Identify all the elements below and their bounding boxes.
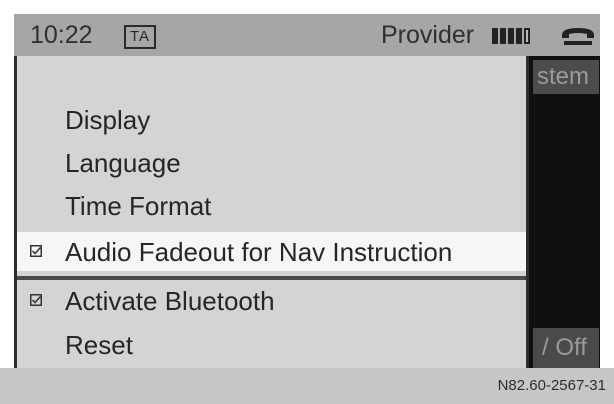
signal-bar (516, 28, 522, 44)
signal-bar (492, 28, 498, 44)
checkbox-checked-icon (30, 294, 42, 306)
signal-strength-icon (492, 28, 530, 44)
menu-item-label: Display (65, 105, 151, 135)
menu-item-time-format[interactable]: Time Format (17, 186, 526, 226)
menu-item-label: Audio Fadeout for Nav Instruction (65, 237, 453, 267)
menu-item-display[interactable]: Display (17, 100, 526, 140)
figure-footer: N82.60-2567-31 (0, 368, 614, 404)
menu-item-label: Activate Bluetooth (65, 286, 275, 316)
status-bar: 10:22 TA Provider (14, 14, 600, 56)
signal-bar (508, 28, 514, 44)
figure-code: N82.60-2567-31 (497, 377, 606, 394)
background-screen-title: stem (533, 60, 599, 94)
menu-item-label: Language (65, 148, 181, 178)
menu-divider (17, 276, 526, 280)
traffic-announcement-badge: TA (124, 25, 157, 49)
menu-item-activate-bluetooth[interactable]: Activate Bluetooth (17, 281, 526, 321)
checkbox-checked-icon (30, 245, 42, 257)
head-unit-screen: 10:22 TA Provider stem / Off Display Lan… (0, 0, 614, 404)
signal-bar-empty (524, 28, 530, 44)
phone-handset-icon (562, 28, 594, 45)
menu-item-label: Reset (65, 330, 133, 360)
menu-item-label: Time Format (65, 191, 212, 221)
menu-item-reset[interactable]: Reset (17, 325, 526, 365)
menu-item-language[interactable]: Language (17, 143, 526, 183)
menu-item-audio-fadeout[interactable]: Audio Fadeout for Nav Instruction (17, 232, 526, 271)
clock: 10:22 (30, 21, 93, 49)
background-screen-option: / Off (533, 328, 599, 368)
provider-name: Provider (381, 21, 475, 49)
settings-menu: Display Language Time Format Audio Fadeo… (14, 56, 529, 368)
signal-bar (500, 28, 506, 44)
